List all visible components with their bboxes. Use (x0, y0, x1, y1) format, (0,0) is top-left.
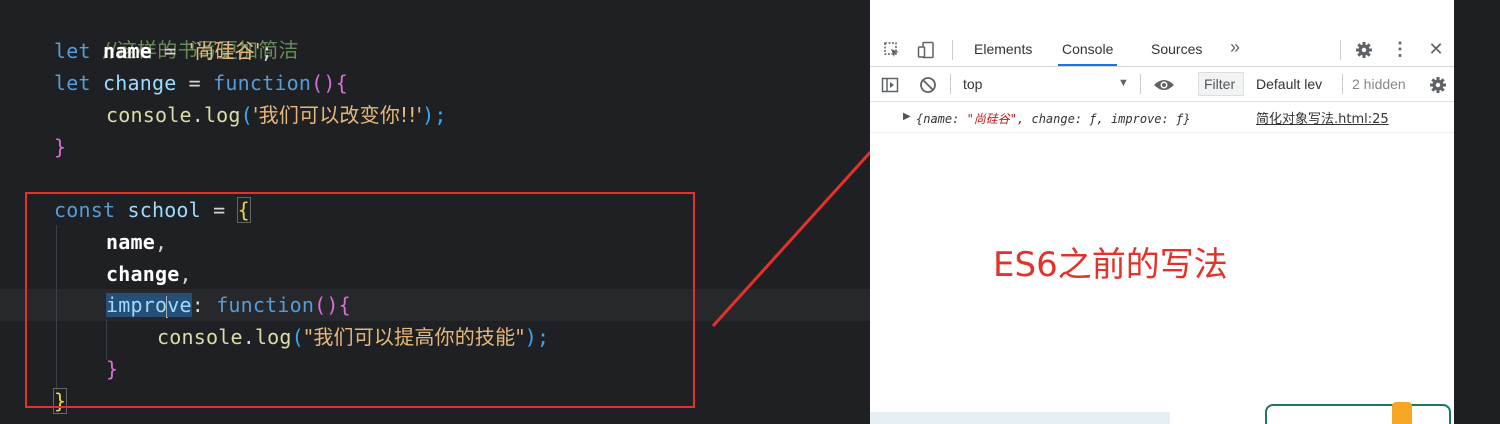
device-toolbar-icon[interactable] (914, 34, 938, 64)
clear-console-icon[interactable] (916, 69, 940, 99)
tab-sources[interactable]: Sources (1151, 34, 1202, 64)
hidden-count-badge[interactable]: 2 hidden (1352, 69, 1406, 99)
context-dropdown-arrow[interactable]: ▼ (1118, 68, 1129, 98)
divider (1140, 74, 1141, 94)
source-location-link[interactable]: 简化对象写法.html:25 (1256, 108, 1389, 127)
gear-icon[interactable] (1352, 34, 1376, 64)
divider (952, 40, 953, 60)
console-toolbar: top ▼ Filter Default lev 2 hidden (870, 67, 1454, 102)
logged-object-preview[interactable]: {name: "尚硅谷", change: ƒ, improve: ƒ} (916, 110, 1190, 127)
annotation-label: ES6之前的写法 (993, 245, 1228, 285)
more-tabs-button[interactable]: » (1230, 32, 1240, 62)
divider (950, 74, 951, 94)
filter-input[interactable]: Filter (1198, 72, 1244, 96)
log-levels-dropdown[interactable]: Default lev (1256, 69, 1322, 99)
inspect-icon[interactable] (880, 34, 904, 64)
eye-icon[interactable] (1150, 69, 1178, 99)
decorative-graphic (1265, 404, 1451, 424)
console-message-row[interactable]: ▶ {name: "尚硅谷", change: ƒ, improve: ƒ} 简… (870, 104, 1454, 133)
console-settings-gear-icon[interactable] (1426, 69, 1450, 99)
object-preview-suffix: , change: ƒ, improve: ƒ} (1017, 112, 1191, 126)
tab-elements[interactable]: Elements (974, 34, 1032, 64)
devtools-panel: Elements Console Sources » ⋮ ✕ top ▼ Fil… (870, 0, 1454, 424)
context-selector[interactable]: top (963, 69, 982, 99)
object-preview-prefix: {name: (916, 112, 967, 126)
sidebar-toggle-icon[interactable] (878, 69, 902, 99)
expand-arrow-icon[interactable]: ▶ (903, 111, 911, 122)
tab-console[interactable]: Console (1058, 34, 1118, 66)
devtools-tab-bar: Elements Console Sources » ⋮ ✕ (870, 34, 1454, 67)
divider (1342, 74, 1343, 94)
object-preview-string: "尚硅谷" (966, 112, 1018, 126)
kebab-menu-icon[interactable]: ⋮ (1388, 34, 1412, 64)
right-edge-background (1454, 0, 1500, 424)
decorative-graphic (1392, 402, 1412, 424)
divider (1340, 40, 1341, 60)
close-icon[interactable]: ✕ (1424, 34, 1448, 64)
decorative-strip (870, 412, 1170, 424)
